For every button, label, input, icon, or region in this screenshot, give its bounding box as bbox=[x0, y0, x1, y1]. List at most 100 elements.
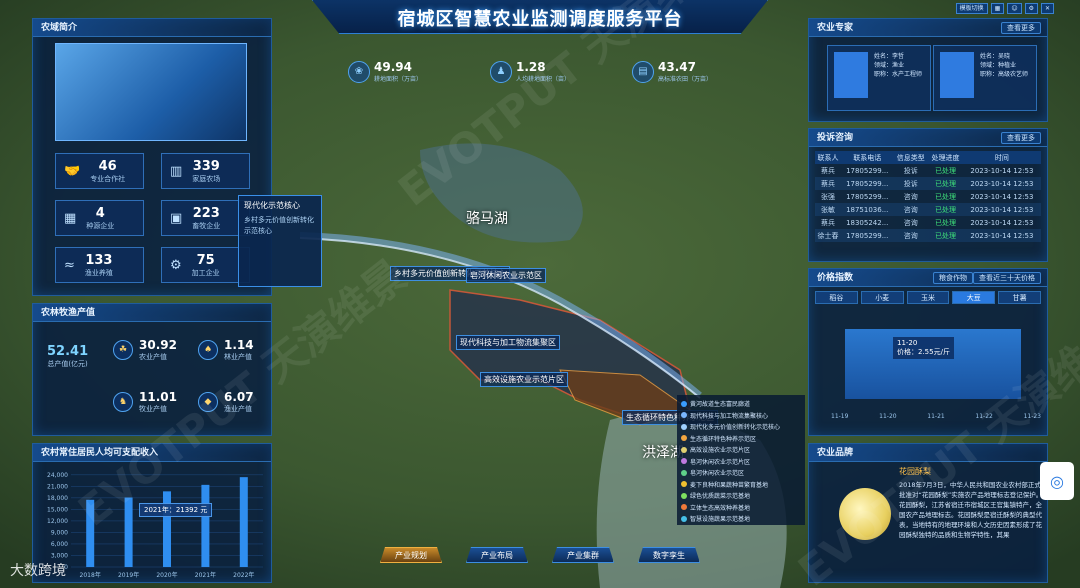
tab-wheat[interactable]: 小麦 bbox=[860, 291, 904, 304]
user-icon[interactable]: ☺ bbox=[1007, 3, 1022, 14]
map-marker-label[interactable]: 皂河休闲农业示范区 bbox=[466, 268, 546, 283]
overview-panel: 农域简介 🤝 46 专业合作社 ▥ 339 家庭农场 ▦ 4 种源企业 ▣ 223 畜牧企业 ≈… bbox=[32, 18, 272, 296]
gear-icon[interactable]: ⚙ bbox=[1024, 3, 1038, 14]
handshake-icon: 🤝 bbox=[64, 163, 81, 179]
region-popup[interactable]: 现代化示范核心 乡村多元价值创新转化示范核心 bbox=[238, 195, 322, 287]
legend-swatch bbox=[681, 458, 687, 465]
livestock-icon: ▣ bbox=[170, 210, 183, 226]
cell: 2023-10-14 12:53 bbox=[970, 192, 1034, 201]
legend-item[interactable]: 立体生态高效种养基地 bbox=[681, 502, 801, 514]
tab-sweet-potato[interactable]: 甘薯 bbox=[998, 291, 1041, 304]
kpi-label: 家庭农场 bbox=[192, 174, 221, 183]
nav-digital-twin[interactable]: 数字孪生 bbox=[638, 547, 700, 563]
cell: 蔡兵 bbox=[815, 177, 842, 190]
y-tick-label: 3,000 bbox=[51, 552, 68, 559]
table-row[interactable]: 张敏 18751036... 咨询 已处理 2023-10-14 12:53 bbox=[815, 203, 1041, 216]
legend-item[interactable]: 黄河故道生态富民廊道 bbox=[681, 398, 801, 410]
cell: 投诉 bbox=[893, 177, 929, 190]
cell: 徐士春 bbox=[815, 229, 842, 242]
map-marker-label[interactable]: 现代科技与加工物流集聚区 bbox=[456, 335, 560, 350]
factory-icon: ⚙ bbox=[170, 257, 182, 273]
panel-title: 价格指数 粮食作物 查看近三十天价格 bbox=[809, 269, 1047, 287]
table-row[interactable]: 蔡兵 18305242... 咨询 已处理 2023-10-14 12:53 bbox=[815, 216, 1041, 229]
plant-icon: ❀ bbox=[348, 60, 370, 83]
legend-item[interactable]: 高效设施农业示范片区 bbox=[681, 444, 801, 456]
complaints-more-button[interactable]: 查看更多 bbox=[1001, 132, 1041, 144]
tab-soybean[interactable]: 大豆 bbox=[952, 291, 996, 304]
kpi-card[interactable]: ≈133 渔业养殖 bbox=[55, 247, 144, 283]
close-icon[interactable]: ✕ bbox=[1040, 3, 1054, 14]
legend-item[interactable]: 皂河休闲农业示范区 bbox=[681, 467, 801, 479]
cell: 2023-10-14 12:53 bbox=[970, 218, 1034, 227]
legend-item[interactable]: 生态循环特色种养示范区 bbox=[681, 433, 801, 445]
bar[interactable] bbox=[201, 484, 210, 567]
cell: 张强 bbox=[821, 192, 835, 201]
expert-card[interactable]: 姓名：吴晓 领域：种植业 职称：高级农艺师 bbox=[933, 45, 1037, 111]
bar[interactable] bbox=[239, 477, 248, 567]
table-row[interactable]: 徐士春 17805299... 咨询 已处理 2023-10-14 12:53 bbox=[815, 229, 1041, 242]
y-tick-label: 9,000 bbox=[51, 529, 68, 536]
legend-label: 皂河休闲农业示范片区 bbox=[690, 458, 751, 466]
y-tick-label: 18,000 bbox=[47, 495, 68, 502]
x-tick-label: 11-21 bbox=[927, 413, 945, 420]
legend-item[interactable]: 皂河休闲农业示范片区 bbox=[681, 456, 801, 468]
template-switch-button[interactable]: 模板切换 bbox=[955, 3, 988, 14]
nav-industry-layout[interactable]: 产业布局 bbox=[466, 547, 528, 563]
kpi-card[interactable]: ⚙ 75 加工企业 bbox=[161, 247, 250, 283]
avatar bbox=[940, 52, 974, 98]
kpi-card[interactable]: ▦ 4 种源企业 bbox=[55, 200, 144, 236]
cell: 17805299... bbox=[846, 166, 889, 175]
tab-rice[interactable]: 稻谷 bbox=[815, 291, 858, 304]
nav-industry-planning[interactable]: 产业规划 bbox=[380, 547, 442, 563]
cell: 2023-10-14 12:53 bbox=[962, 229, 1041, 242]
tab-corn[interactable]: 玉米 bbox=[906, 291, 950, 304]
table-row[interactable]: 蔡兵 17805299... 投诉 已处理 2023-10-14 12:53 bbox=[815, 164, 1041, 177]
cell: 18751036... bbox=[841, 203, 894, 216]
legend-label: 黄河故道生态富民廊道 bbox=[690, 401, 751, 409]
legend-label: 高效设施农业示范片区 bbox=[690, 447, 751, 455]
experts-more-button[interactable]: 查看更多 bbox=[1001, 22, 1041, 34]
top-toolbar: 模板切换 ▦ ☺ ⚙ ✕ bbox=[955, 3, 1054, 14]
cell: 咨询 bbox=[903, 218, 918, 227]
table-row[interactable]: 蔡兵 17805299... 投诉 已处理 2023-10-14 12:53 bbox=[815, 177, 1041, 190]
legend-item[interactable]: 智慧设施蔬果示范基地 bbox=[681, 513, 801, 525]
nav-industry-cluster[interactable]: 产业集群 bbox=[552, 547, 614, 563]
panel-title: 农业专家 查看更多 bbox=[809, 19, 1047, 37]
legend-item[interactable]: 现代化多元价值创新转化示范核心 bbox=[681, 421, 801, 433]
table-row[interactable]: 张强 17805299... 咨询 已处理 2023-10-14 12:53 bbox=[815, 190, 1041, 203]
total-label: 总产值(亿元) bbox=[47, 360, 88, 368]
legend-swatch bbox=[681, 435, 687, 442]
expert-card[interactable]: 姓名：李哲 领域：渔业 职称：水产工程师 bbox=[827, 45, 931, 111]
crop-select[interactable]: 粮食作物 bbox=[933, 272, 973, 284]
legend-swatch bbox=[681, 515, 687, 522]
kpi-card[interactable]: ▥ 339 家庭农场 bbox=[161, 153, 250, 189]
assistant-float-icon[interactable]: ◎ bbox=[1040, 462, 1074, 500]
expert-title: 职称：高级农艺师 bbox=[980, 71, 1029, 78]
stat-high-standard: ▤ 43.47 高标准农田（万亩） bbox=[632, 60, 712, 83]
legend-item[interactable]: 现代科技与加工物流集聚核心 bbox=[681, 410, 801, 422]
expert-field: 领域：渔业 bbox=[874, 62, 905, 69]
total-value: 52.41 bbox=[47, 344, 89, 359]
legend-label: 绿色优质蔬菜示范基地 bbox=[690, 493, 751, 501]
legend-item[interactable]: 麦下良种和果蔬种苗繁育基地 bbox=[681, 479, 801, 491]
map-legend: 黄河故道生态富民廊道 现代科技与加工物流集聚核心 现代化多元价值创新转化示范核心… bbox=[677, 395, 805, 525]
x-tick-label: 2018年 bbox=[80, 571, 101, 579]
chart-tooltip: 2021年：21392 元 bbox=[139, 503, 213, 517]
kpi-card[interactable]: 🤝 46 专业合作社 bbox=[55, 153, 144, 189]
kpi-label: 渔业养殖 bbox=[84, 268, 113, 277]
x-tick-label: 11-20 bbox=[879, 413, 897, 420]
y-tick-label: 6,000 bbox=[51, 541, 68, 548]
price-history-button[interactable]: 查看近三十天价格 bbox=[973, 272, 1041, 284]
map-marker-label[interactable]: 高效设施农业示范片区 bbox=[480, 372, 568, 387]
field-icon: ▤ bbox=[632, 60, 654, 83]
kpi-value: 133 bbox=[85, 252, 113, 268]
legend-item[interactable]: 绿色优质蔬菜示范基地 bbox=[681, 490, 801, 502]
legend-swatch bbox=[681, 504, 687, 511]
cell: 2023-10-14 12:53 bbox=[970, 166, 1034, 175]
price-tooltip: 11-20 价格：2.55元/斤 bbox=[893, 337, 954, 359]
legend-label: 智慧设施蔬果示范基地 bbox=[690, 516, 751, 524]
column-header: 联系电话 bbox=[841, 151, 894, 164]
status-cell: 已处理 bbox=[928, 177, 963, 190]
kpi-card[interactable]: ▣ 223 畜牧企业 bbox=[161, 200, 250, 236]
grid-icon[interactable]: ▦ bbox=[990, 3, 1005, 14]
